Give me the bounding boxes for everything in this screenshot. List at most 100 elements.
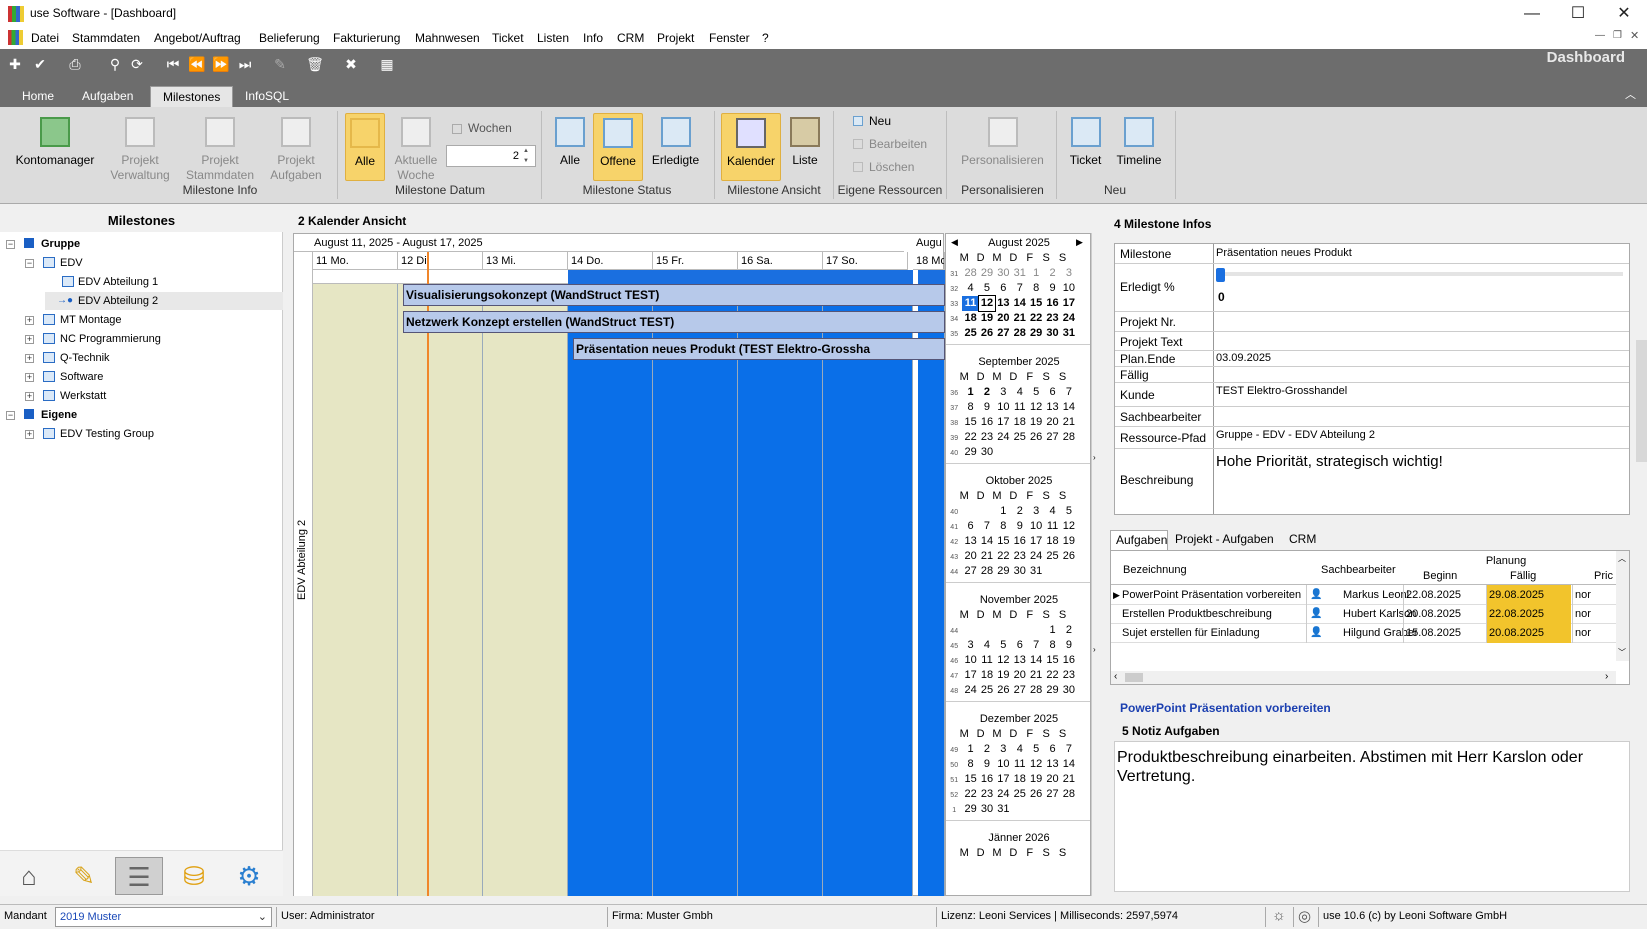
calendar-day[interactable]: 28 [1061,430,1077,445]
task-row[interactable]: Sujet erstellen für Einladung Hilgund Gra… [1111,623,1616,643]
calendar-day[interactable]: 28 [962,266,978,281]
calendar-day[interactable]: 10 [1061,281,1077,296]
info-value[interactable]: 03.09.2025 [1216,352,1271,364]
calendar-day[interactable]: 15 [1044,653,1060,668]
maximize-button[interactable]: ☐ [1555,0,1601,27]
personalisieren-button[interactable]: Personalisieren [955,113,1050,168]
calendar-day[interactable]: 7 [1061,385,1077,400]
calendar-day[interactable]: 2 [1012,504,1028,519]
calendar-day[interactable]: 30 [1012,564,1028,579]
calendar-day[interactable]: 29 [1028,326,1044,341]
calendar-day[interactable]: 25 [1012,430,1028,445]
task-vscroll[interactable]: ︿ ﹀ [1616,551,1629,661]
calendar-day[interactable]: 26 [1028,430,1044,445]
calendar-day[interactable]: 13 [1012,653,1028,668]
calendar-day[interactable]: 28 [979,564,995,579]
calendar-day[interactable]: 31 [1061,326,1077,341]
calendar-day[interactable]: 9 [979,400,995,415]
calendar-day[interactable]: 1 [1028,266,1044,281]
calendar-day[interactable]: 16 [1044,296,1060,311]
calendar-day[interactable]: 20 [962,549,978,564]
calendar-day[interactable]: 22 [1028,311,1044,326]
mdi-minimize-icon[interactable]: — [1595,30,1605,41]
first-icon[interactable]: ⏮ [164,55,182,73]
col-prio[interactable]: Pric [1594,570,1614,582]
calendar-day[interactable]: 30 [1044,326,1060,341]
day-column[interactable] [823,284,913,896]
calendar-day[interactable]: 13 [1044,400,1060,415]
calendar-day[interactable]: 18 [962,311,978,326]
calendar-day[interactable]: 8 [1028,281,1044,296]
calendar-day[interactable]: 19 [979,311,995,326]
calendar-day[interactable]: 25 [962,326,978,341]
last-icon[interactable]: ⏭ [236,55,254,73]
day-column[interactable] [568,284,653,896]
calendar-day[interactable]: 8 [962,400,978,415]
refresh-icon[interactable]: ⟳ [128,55,146,73]
minimize-button[interactable]: — [1509,0,1555,27]
tab-infosql[interactable]: InfoSQL [233,86,301,107]
calendar-day[interactable]: 3 [1028,504,1044,519]
calendar-day[interactable]: 11 [1012,757,1028,772]
calendar-day[interactable]: 14 [1061,400,1077,415]
calendar-day[interactable]: 23 [1012,549,1028,564]
calendar-day[interactable]: 9 [1061,638,1077,653]
expand-icon[interactable]: + [25,335,34,344]
calendar-day[interactable]: 2 [1044,266,1060,281]
menu-listen[interactable]: Listen [537,31,569,45]
menu-projekt[interactable]: Projekt [657,31,694,45]
calendar-day[interactable]: 7 [1028,638,1044,653]
app-menu-icon[interactable] [8,30,23,45]
calendar-day[interactable]: 30 [979,802,995,817]
scroll-left-icon[interactable]: ‹ [1114,671,1117,682]
calendar-day[interactable]: 18 [979,668,995,683]
chevron-right-icon[interactable]: › [1093,645,1096,654]
add-icon[interactable]: ✚ [6,55,24,73]
scroll-up-icon[interactable]: ︿ [1618,553,1626,564]
calendar-day[interactable]: 16 [1012,534,1028,549]
tasks-icon[interactable]: ✎ [60,857,108,895]
status-offene-button[interactable]: Offene [593,113,643,181]
collapse-icon[interactable]: − [6,411,15,420]
col-bezeichnung[interactable]: Bezeichnung [1123,564,1187,576]
day-column[interactable] [653,284,738,896]
calendar-day[interactable]: 1 [962,742,978,757]
menu-info[interactable]: Info [583,31,603,45]
calendar-day[interactable]: 31 [1012,266,1028,281]
calendar-day[interactable]: 17 [962,668,978,683]
calendar-day[interactable]: 25 [979,683,995,698]
calendar-day[interactable]: 22 [962,430,978,445]
calendar-day[interactable]: 17 [995,772,1011,787]
calendar-day[interactable]: 23 [979,430,995,445]
calendar-day[interactable]: 21 [1061,415,1077,430]
calendar-day[interactable]: 23 [1044,311,1060,326]
neu-timeline-button[interactable]: Timeline [1112,113,1166,168]
ressource-loeschen-button[interactable]: Löschen [869,160,914,174]
calendar-day[interactable]: 16 [1061,653,1077,668]
calendar-day[interactable]: 18 [1012,415,1028,430]
calendar-day[interactable]: 8 [995,519,1011,534]
calendar-day[interactable]: 21 [1061,772,1077,787]
collapse-icon[interactable]: − [6,240,15,249]
day-header[interactable]: 11 Mo. [313,252,398,270]
expand-icon[interactable]: + [25,392,34,401]
projekt-aufgaben-button[interactable]: Projekt Aufgaben [262,113,330,183]
tab-crm[interactable]: CRM [1284,530,1324,550]
delete-icon[interactable]: 🗑 [306,55,324,73]
datum-alle-button[interactable]: Alle [345,113,385,181]
calendar-day[interactable]: 24 [962,683,978,698]
calendar-day[interactable]: 9 [1012,519,1028,534]
notiz-box[interactable]: Produktbeschreibung einarbeiten. Abstime… [1114,741,1630,892]
info-value[interactable]: TEST Elektro-Grosshandel [1216,385,1347,397]
calendar-day[interactable]: 20 [1012,668,1028,683]
menu-ticket[interactable]: Ticket [492,31,524,45]
calendar-day[interactable]: 6 [1044,742,1060,757]
calendar-day[interactable]: 21 [1028,668,1044,683]
calendar-day[interactable]: 25 [1012,787,1028,802]
tab-projekt-aufgaben[interactable]: Projekt - Aufgaben [1170,530,1282,550]
milestone-event[interactable]: Visualisierungsokonzept (WandStruct TEST… [403,284,945,306]
calendar-day[interactable]: 9 [979,757,995,772]
cancel-icon[interactable]: ✖ [342,55,360,73]
calendar-day[interactable]: 10 [995,400,1011,415]
day-header[interactable]: 16 Sa. [738,252,823,270]
